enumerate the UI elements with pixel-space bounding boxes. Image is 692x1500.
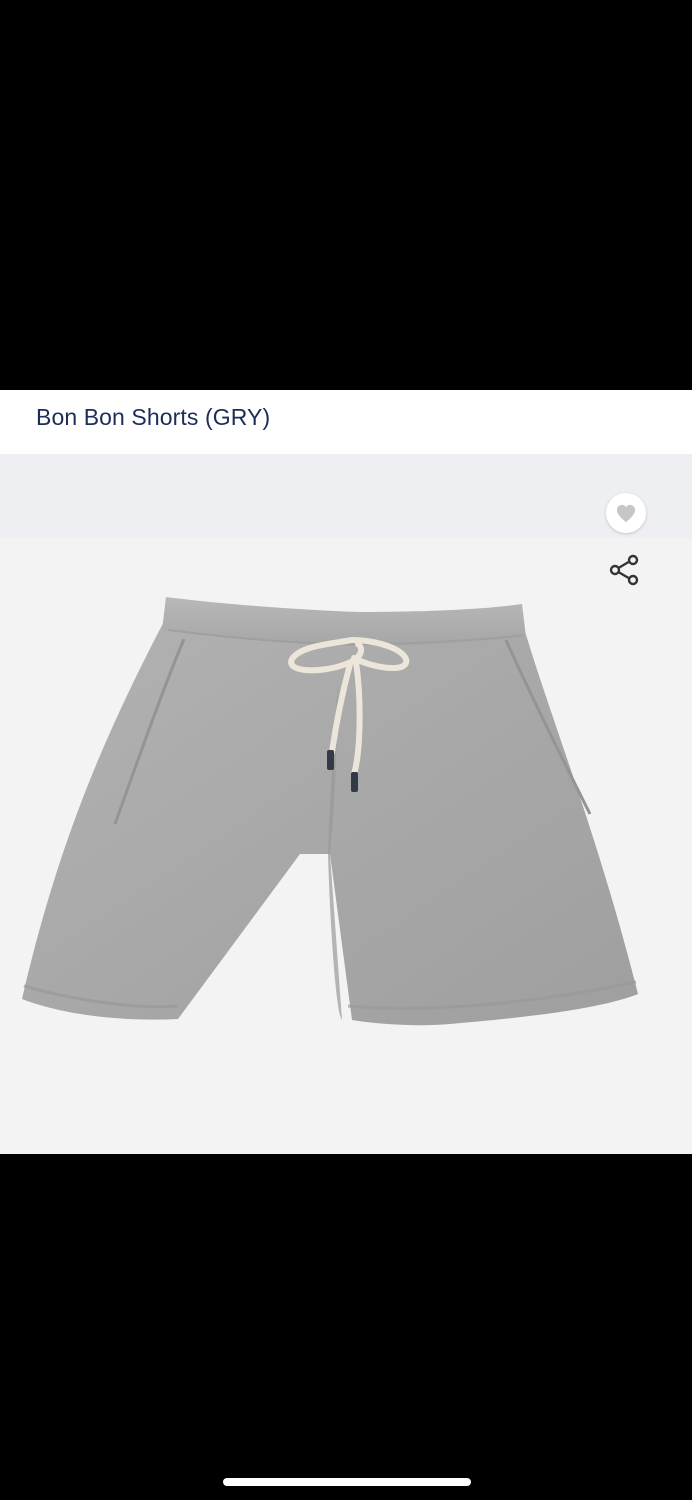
share-button[interactable] xyxy=(604,550,644,590)
drawstring-tip-right xyxy=(351,772,358,792)
heart-icon xyxy=(616,504,636,523)
home-indicator[interactable] xyxy=(223,1478,471,1486)
screen: Bon Bon Shorts (GRY) xyxy=(0,0,692,1500)
top-black-area xyxy=(0,0,692,390)
product-image[interactable] xyxy=(0,454,692,1154)
product-title-bar: Bon Bon Shorts (GRY) xyxy=(0,390,692,454)
product-title: Bon Bon Shorts (GRY) xyxy=(36,404,271,430)
wishlist-button[interactable] xyxy=(606,493,646,533)
drawstring-tip-left xyxy=(327,750,334,770)
share-icon xyxy=(609,554,639,586)
bottom-black-area xyxy=(0,1154,692,1500)
product-image-area xyxy=(0,454,692,1154)
